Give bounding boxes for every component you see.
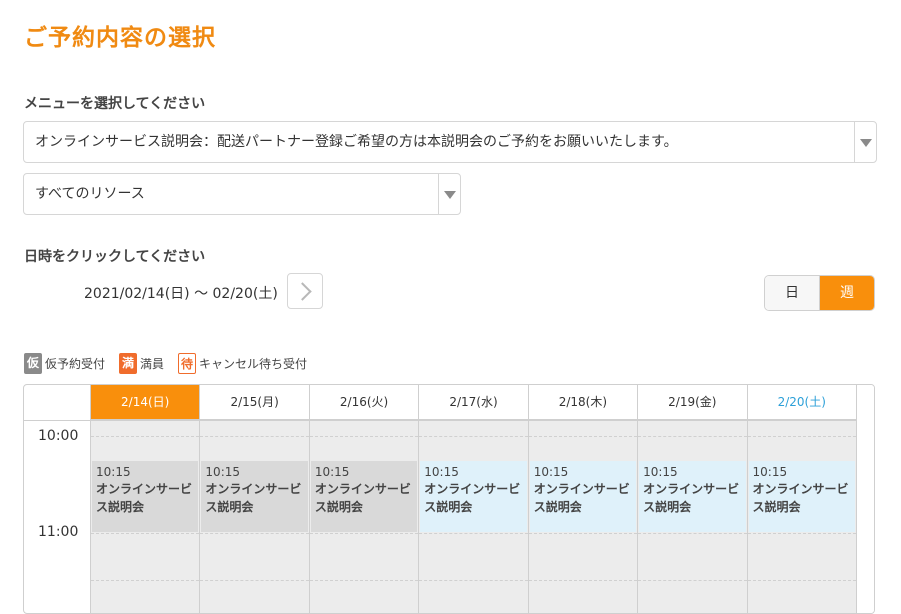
event-time: 10:15 [643,465,678,479]
event-title: オンラインサービス説明会 [643,482,740,514]
grid-line [91,420,200,421]
grid-line [419,580,528,581]
grid-line [419,420,528,421]
tab-day[interactable]: 日 [765,276,820,310]
day-header: 2/18(木) [527,385,638,420]
chevron-right-icon [293,282,312,301]
day-column: 10:15 オンラインサービス説明会 [527,420,638,613]
day-column: 10:15 オンラインサービス説明会 [308,420,419,613]
view-toggle: 日 週 [764,275,875,311]
event-title: オンラインサービス説明会 [424,482,521,514]
calendar-scrollbar[interactable] [856,385,874,613]
grid-line [638,436,747,437]
day-header: 2/14(日) [90,385,200,420]
grid-line [528,420,638,421]
date-range: 2021/02/14(日) 〜 02/20(土) [84,286,278,302]
menu-section-label: メニューを選択してください [24,96,206,112]
grid-line [200,533,309,534]
grid-line [200,436,309,437]
wait-badge: 待 [178,353,197,374]
legend-label: 仮予約受付 [45,357,106,371]
legend: 仮 仮予約受付 満 満員 待 キャンセル待ち受付 [24,353,321,374]
grid-line [419,436,528,437]
calendar-header: 2/14(日) 2/15(月) 2/16(火) 2/17(水) 2/18(木) … [90,385,856,420]
legend-item-temp: 仮 仮予約受付 [24,353,105,374]
event-slot[interactable]: 10:15 オンラインサービス説明会 [529,461,637,532]
legend-item-wait: 待 キャンセル待ち受付 [178,353,307,374]
event-time: 10:15 [424,465,459,479]
grid-line [309,436,419,437]
event-title: オンラインサービス説明会 [533,482,630,514]
event-slot[interactable]: 10:15 オンラインサービス説明会 [420,461,527,532]
calendar: 2/14(日) 2/15(月) 2/16(火) 2/17(水) 2/18(木) … [23,384,875,614]
grid-line [747,580,856,581]
grid-line [638,533,747,534]
day-header: 2/20(土) [746,385,856,420]
calendar-grid: 10:15 オンラインサービス説明会 10:15 オンラインサービス説明会 10… [90,420,856,613]
grid-line [309,580,419,581]
tab-week[interactable]: 週 [820,276,874,310]
full-badge: 満 [119,353,138,374]
legend-item-full: 満 満員 [119,353,164,374]
event-time: 10:15 [205,465,241,479]
page-title: ご予約内容の選択 [24,25,216,51]
menu-select-value: オンラインサービス説明会：配送パートナー登録ご希望の方は本説明会のご予約をお願い… [35,134,678,150]
event-slot[interactable]: 10:15 オンラインサービス説明会 [92,461,199,532]
grid-line [638,580,747,581]
grid-line [638,420,747,421]
grid-line [309,420,419,421]
date-section-label: 日時をクリックしてください [24,249,206,265]
event-time: 10:15 [533,465,569,479]
event-title: オンラインサービス説明会 [205,482,302,514]
grid-line [309,533,419,534]
day-column: 10:15 オンラインサービス説明会 [90,420,200,613]
event-title: オンラインサービス説明会 [752,482,849,514]
chevron-down-icon [438,174,460,214]
event-slot[interactable]: 10:15 オンラインサービス説明会 [201,461,308,532]
grid-line [747,533,856,534]
day-header: 2/17(水) [418,385,528,420]
event-slot[interactable]: 10:15 オンラインサービス説明会 [310,461,418,532]
chevron-down-icon [854,122,876,162]
time-label: 10:00 [38,428,79,444]
day-column: 10:15 オンラインサービス説明会 [418,420,528,613]
grid-line [419,533,528,534]
time-column: 10:00 11:00 [24,420,90,613]
resource-select[interactable]: すべてのリソース [23,173,461,215]
grid-line [91,436,200,437]
resource-select-value: すべてのリソース [35,186,145,202]
event-title: オンラインサービス説明会 [96,482,193,514]
event-title: オンラインサービス説明会 [314,482,411,514]
grid-line [528,533,638,534]
event-slot[interactable]: 10:15 オンラインサービス説明会 [748,461,855,532]
event-time: 10:15 [314,465,350,479]
grid-line [91,580,200,581]
day-column: 10:15 オンラインサービス説明会 [637,420,747,613]
event-time: 10:15 [752,465,788,479]
grid-line [747,436,856,437]
day-column: 10:15 オンラインサービス説明会 [746,420,856,613]
event-slot[interactable]: 10:15 オンラインサービス説明会 [639,461,746,532]
grid-line [91,533,200,534]
legend-label: 満員 [140,357,165,371]
legend-label: キャンセル待ち受付 [199,357,308,371]
temp-badge: 仮 [24,353,42,374]
next-week-button[interactable] [287,273,323,309]
day-header: 2/19(金) [637,385,747,420]
grid-line [528,580,638,581]
event-time: 10:15 [96,465,131,479]
time-label: 11:00 [38,524,79,540]
grid-line [200,580,309,581]
day-column: 10:15 オンラインサービス説明会 [199,420,309,613]
day-header: 2/16(火) [308,385,419,420]
day-header: 2/15(月) [199,385,309,420]
menu-select[interactable]: オンラインサービス説明会：配送パートナー登録ご希望の方は本説明会のご予約をお願い… [23,121,877,163]
grid-line [528,436,638,437]
grid-line [200,420,309,421]
grid-line [747,420,856,421]
